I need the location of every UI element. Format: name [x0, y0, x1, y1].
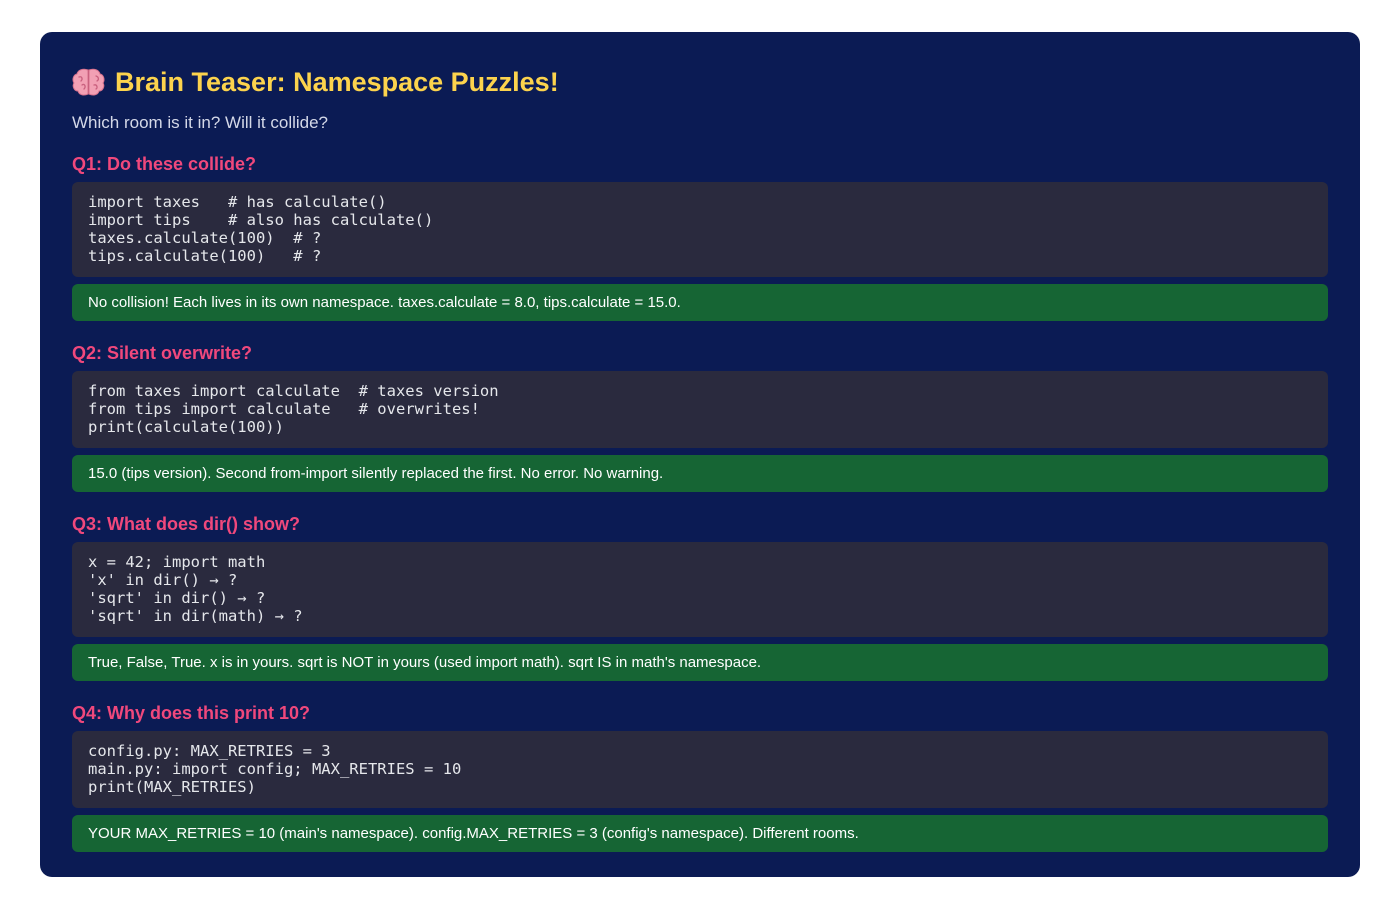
code-line: tips.calculate(100) # ?: [88, 247, 322, 265]
brain-icon: [72, 67, 106, 97]
question-heading: Q1: Do these collide?: [72, 154, 257, 174]
code-line: from taxes import calculate # taxes vers…: [88, 382, 499, 400]
subtitle: Which room is it in? Will it collide?: [72, 113, 329, 132]
code-line: main.py: import config; MAX_RETRIES = 10: [88, 760, 462, 778]
code-line: 'sqrt' in dir(math) → ?: [88, 607, 303, 625]
code-block: from taxes import calculate # taxes vers…: [72, 371, 1328, 448]
code-line: import tips # also has calculate(): [88, 211, 434, 229]
code-line: x = 42; import math: [88, 553, 266, 571]
title-text: Brain Teaser: Namespace Puzzles!: [115, 66, 559, 97]
code-line: import taxes # has calculate(): [88, 193, 387, 211]
code-line: config.py: MAX_RETRIES = 3: [88, 742, 331, 760]
code-block: x = 42; import math'x' in dir() → ?'sqrt…: [72, 542, 1328, 637]
answer-box: YOUR MAX_RETRIES = 10 (main's namespace)…: [72, 815, 1328, 852]
question-heading: Q4: Why does this print 10?: [72, 703, 311, 723]
code-block: import taxes # has calculate() import tip…: [72, 182, 1328, 277]
answer-box: True, False, True. x is in yours. sqrt i…: [72, 644, 1328, 681]
answer-box: No collision! Each lives in its own name…: [72, 284, 1328, 321]
code-line: print(MAX_RETRIES): [88, 778, 256, 796]
question-heading: Q3: What does dir() show?: [72, 514, 300, 534]
code-line: from tips import calculate # overwrites!: [88, 400, 480, 418]
code-line: 'x' in dir() → ?: [88, 571, 238, 589]
question-heading: Q2: Silent overwrite?: [72, 343, 253, 363]
code-block: config.py: MAX_RETRIES = 3 main.py: impor…: [72, 731, 1328, 808]
code-line: print(calculate(100)): [88, 418, 284, 436]
puzzle-card: Brain Teaser: Namespace Puzzles! Which r…: [40, 32, 1360, 877]
code-line: 'sqrt' in dir() → ?: [88, 589, 266, 607]
code-line: taxes.calculate(100) # ?: [88, 229, 322, 247]
page-title: Brain Teaser: Namespace Puzzles!: [72, 62, 1328, 102]
answer-box: 15.0 (tips version). Second from-import …: [72, 455, 1328, 492]
